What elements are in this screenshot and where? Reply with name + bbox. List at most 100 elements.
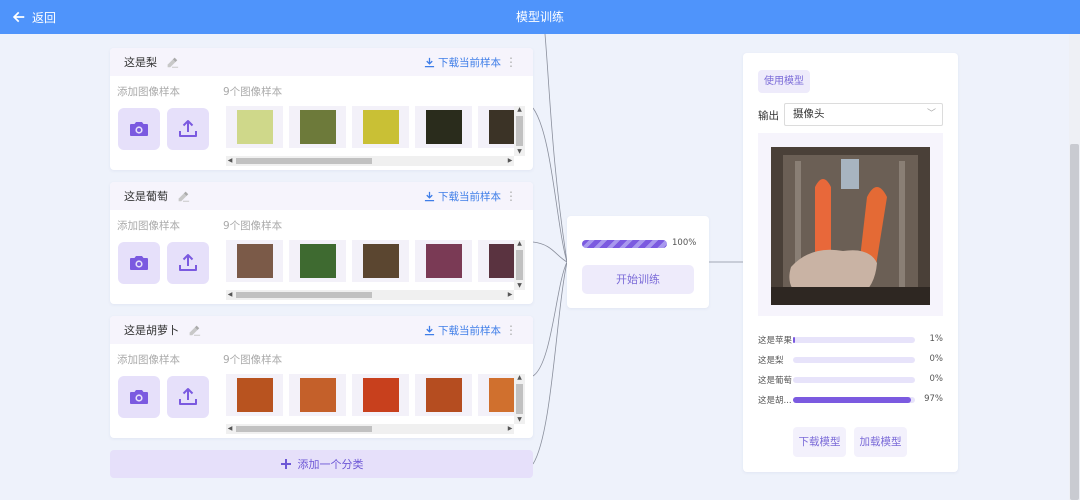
page-scrollbar-thumb[interactable] bbox=[1070, 144, 1079, 500]
eraser-edit-icon[interactable] bbox=[187, 323, 201, 337]
upload-icon bbox=[179, 120, 197, 137]
upload-icon bbox=[179, 254, 197, 271]
sample-count-label: 9个图像样本 bbox=[223, 220, 283, 232]
thumbnail-image bbox=[362, 244, 399, 278]
prediction-row: 这是苹果 1% bbox=[758, 334, 943, 346]
download-model-button[interactable]: 下载模型 bbox=[793, 427, 846, 457]
add-samples-label: 添加图像样本 bbox=[117, 86, 180, 98]
prediction-value: 1% bbox=[929, 334, 944, 344]
thumbnail-image bbox=[425, 244, 462, 278]
class-card-grape: 这是葡萄 下载当前样本 ⋮ 添加图像样本 9个图像样本 ▲ ▼ ◀ ▶ bbox=[110, 182, 533, 304]
horizontal-scrollbar[interactable]: ◀ ▶ bbox=[226, 156, 514, 166]
thumbnail-image bbox=[236, 378, 273, 412]
use-model-button[interactable]: 使用模型 bbox=[758, 70, 810, 93]
page-scrollbar[interactable] bbox=[1069, 34, 1080, 500]
prediction-value: 0% bbox=[929, 354, 944, 364]
download-icon bbox=[424, 325, 435, 335]
training-progress-bar bbox=[582, 240, 667, 248]
load-model-button[interactable]: 加载模型 bbox=[854, 427, 907, 457]
sample-thumbnail[interactable] bbox=[352, 106, 409, 148]
page-title: 模型训练 bbox=[515, 10, 564, 24]
vertical-scrollbar[interactable]: ▲ ▼ bbox=[514, 240, 525, 290]
card-header: 这是葡萄 下载当前样本 ⋮ bbox=[110, 182, 533, 210]
prediction-label: 这是梨 bbox=[758, 356, 784, 366]
prediction-label: 这是葡萄 bbox=[758, 376, 793, 386]
top-bar: 返回 模型训练 bbox=[0, 0, 1080, 34]
sample-count-label: 9个图像样本 bbox=[223, 86, 283, 98]
training-progress-text: 100% bbox=[672, 238, 697, 248]
more-vertical-icon[interactable]: ⋮ bbox=[505, 55, 517, 69]
model-panel: 使用模型 输出 摄像头 ﹀ 这是苹果 1% 这是梨 0% 这是葡萄 0% 这是胡 bbox=[743, 53, 958, 472]
prediction-bar-track bbox=[793, 357, 915, 363]
eraser-edit-icon[interactable] bbox=[176, 189, 190, 203]
sample-thumbnail[interactable] bbox=[478, 240, 514, 282]
add-category-button[interactable]: 添加一个分类 bbox=[110, 450, 533, 478]
upload-icon bbox=[179, 388, 197, 405]
camera-capture-button[interactable] bbox=[118, 376, 160, 418]
add-samples-label: 添加图像样本 bbox=[117, 220, 180, 232]
sample-thumbnail[interactable] bbox=[415, 240, 472, 282]
horizontal-scrollbar[interactable]: ◀ ▶ bbox=[226, 290, 514, 300]
sample-thumbnail[interactable] bbox=[289, 106, 346, 148]
class-card-carrot: 这是胡萝卜 下载当前样本 ⋮ 添加图像样本 9个图像样本 ▲ ▼ ◀ ▶ bbox=[110, 316, 533, 438]
camera-icon bbox=[130, 122, 148, 136]
prediction-row: 这是梨 0% bbox=[758, 354, 943, 366]
prediction-value: 0% bbox=[929, 374, 944, 384]
output-select-value: 摄像头 bbox=[793, 108, 825, 120]
sample-thumbnail[interactable] bbox=[226, 106, 283, 148]
class-name[interactable]: 这是胡萝卜 bbox=[124, 322, 179, 338]
sample-thumbnail[interactable] bbox=[415, 106, 472, 148]
prediction-row: 这是葡萄 0% bbox=[758, 374, 943, 386]
sample-thumbnail[interactable] bbox=[478, 106, 514, 148]
eraser-edit-icon[interactable] bbox=[165, 55, 179, 69]
download-label: 下载当前样本 bbox=[438, 324, 501, 337]
download-samples-link[interactable]: 下载当前样本 bbox=[424, 182, 501, 210]
camera-capture-button[interactable] bbox=[118, 242, 160, 284]
camera-capture-button[interactable] bbox=[118, 108, 160, 150]
sample-thumbnail[interactable] bbox=[289, 240, 346, 282]
download-label: 下载当前样本 bbox=[438, 56, 501, 69]
thumbnail-image bbox=[362, 378, 399, 412]
sample-thumbnail[interactable] bbox=[352, 240, 409, 282]
class-name[interactable]: 这是梨 bbox=[124, 54, 157, 70]
sample-thumbnail[interactable] bbox=[478, 374, 514, 416]
thumbnail-image bbox=[236, 244, 273, 278]
download-samples-link[interactable]: 下载当前样本 bbox=[424, 316, 501, 344]
sample-thumbnail[interactable] bbox=[352, 374, 409, 416]
class-card-pear: 这是梨 下载当前样本 ⋮ 添加图像样本 9个图像样本 ▲ ▼ ◀ ▶ bbox=[110, 48, 533, 170]
sample-thumbnail[interactable] bbox=[226, 374, 283, 416]
add-category-label: 添加一个分类 bbox=[297, 458, 364, 471]
sample-thumbnail[interactable] bbox=[289, 374, 346, 416]
class-name[interactable]: 这是葡萄 bbox=[124, 188, 168, 204]
sample-thumbnails bbox=[226, 374, 514, 424]
more-vertical-icon[interactable]: ⋮ bbox=[505, 189, 517, 203]
sample-thumbnails bbox=[226, 240, 514, 290]
horizontal-scrollbar[interactable]: ◀ ▶ bbox=[226, 424, 514, 434]
upload-button[interactable] bbox=[167, 242, 209, 284]
sample-thumbnails bbox=[226, 106, 514, 156]
thumbnail-image bbox=[299, 244, 336, 278]
plus-icon bbox=[280, 459, 291, 469]
sample-thumbnail[interactable] bbox=[226, 240, 283, 282]
start-training-button[interactable]: 开始训练 bbox=[582, 265, 694, 294]
camera-icon bbox=[130, 390, 148, 404]
prediction-bar-track bbox=[793, 337, 915, 343]
prediction-value: 97% bbox=[924, 394, 943, 404]
download-samples-link[interactable]: 下载当前样本 bbox=[424, 48, 501, 76]
download-icon bbox=[424, 57, 435, 67]
sample-thumbnail[interactable] bbox=[415, 374, 472, 416]
more-vertical-icon[interactable]: ⋮ bbox=[505, 323, 517, 337]
upload-button[interactable] bbox=[167, 108, 209, 150]
camera-icon bbox=[130, 256, 148, 270]
thumbnail-image bbox=[236, 110, 273, 144]
prediction-row: 这是胡... 97% bbox=[758, 394, 943, 406]
thumbnail-image bbox=[488, 244, 514, 278]
upload-button[interactable] bbox=[167, 376, 209, 418]
add-samples-label: 添加图像样本 bbox=[117, 354, 180, 366]
prediction-bar-fill bbox=[793, 397, 912, 403]
output-select[interactable]: 摄像头 ﹀ bbox=[784, 103, 943, 126]
vertical-scrollbar[interactable]: ▲ ▼ bbox=[514, 106, 525, 156]
thumbnail-image bbox=[299, 378, 336, 412]
vertical-scrollbar[interactable]: ▲ ▼ bbox=[514, 374, 525, 424]
camera-preview-image bbox=[771, 147, 930, 305]
